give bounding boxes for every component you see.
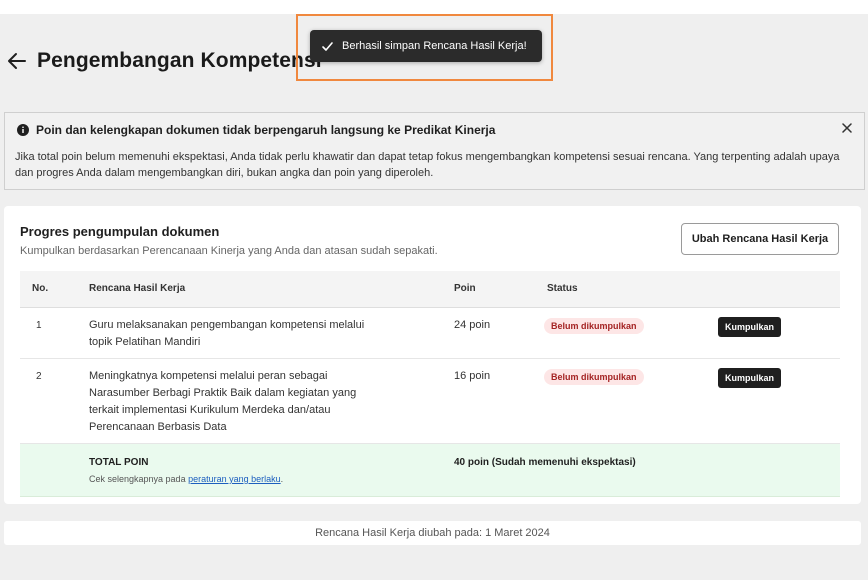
row-points: 16 poin bbox=[454, 370, 491, 382]
regulation-link[interactable]: peraturan yang berlaku bbox=[188, 474, 281, 484]
check-icon bbox=[322, 41, 333, 51]
column-header-status: Status bbox=[547, 283, 578, 294]
column-header-no: No. bbox=[32, 283, 49, 294]
total-note: Cek selengkapnya pada peraturan yang ber… bbox=[89, 474, 283, 484]
status-badge: Belum dikumpulkan bbox=[544, 318, 644, 334]
success-toast: Berhasil simpan Rencana Hasil Kerja! bbox=[310, 30, 542, 62]
row-points: 24 poin bbox=[454, 319, 491, 331]
progress-title: Progres pengumpulan dokumen bbox=[20, 224, 220, 239]
row-number: 1 bbox=[36, 320, 42, 331]
row-plan: Guru melaksanakan pengembangan kompetens… bbox=[89, 319, 365, 348]
edit-plan-button[interactable]: Ubah Rencana Hasil Kerja bbox=[681, 223, 839, 255]
total-points-row: TOTAL POIN Cek selengkapnya pada peratur… bbox=[20, 444, 840, 497]
column-header-plan: Rencana Hasil Kerja bbox=[89, 283, 186, 294]
info-alert: Poin dan kelengkapan dokumen tidak berpe… bbox=[4, 112, 865, 190]
info-alert-title: Poin dan kelengkapan dokumen tidak berpe… bbox=[17, 123, 495, 137]
row-number: 2 bbox=[36, 371, 42, 382]
submit-button[interactable]: Kumpulkan bbox=[718, 317, 782, 337]
status-badge: Belum dikumpulkan bbox=[544, 369, 644, 385]
total-note-prefix: Cek selengkapnya pada bbox=[89, 474, 189, 484]
progress-subtitle: Kumpulkan berdasarkan Perencanaan Kinerj… bbox=[20, 245, 438, 257]
last-updated-text: Rencana Hasil Kerja diubah pada: 1 Maret… bbox=[315, 527, 550, 539]
total-label: TOTAL POIN bbox=[89, 457, 149, 468]
table-row: 1 Guru melaksanakan pengembangan kompete… bbox=[20, 308, 840, 359]
info-alert-body: Jika total poin belum memenuhi ekspektas… bbox=[15, 151, 840, 179]
table-row: 2 Meningkatnya kompetensi melalui peran … bbox=[20, 359, 840, 444]
close-icon[interactable] bbox=[840, 121, 854, 135]
page-title: Pengembangan Kompetensi bbox=[37, 49, 322, 72]
info-icon bbox=[17, 124, 29, 136]
info-alert-title-text: Poin dan kelengkapan dokumen tidak berpe… bbox=[36, 123, 496, 137]
last-updated-footer: Rencana Hasil Kerja diubah pada: 1 Maret… bbox=[4, 521, 861, 545]
progress-card: Progres pengumpulan dokumen Kumpulkan be… bbox=[4, 206, 861, 504]
column-header-points: Poin bbox=[454, 283, 476, 294]
back-arrow-icon[interactable] bbox=[6, 50, 28, 72]
total-note-suffix: . bbox=[280, 474, 284, 484]
table-header: No. Rencana Hasil Kerja Poin Status bbox=[20, 271, 840, 308]
top-bar bbox=[0, 0, 868, 14]
submit-button[interactable]: Kumpulkan bbox=[718, 368, 782, 388]
total-points-value: 40 poin (Sudah memenuhi ekspektasi) bbox=[454, 457, 636, 468]
toast-message: Berhasil simpan Rencana Hasil Kerja! bbox=[342, 40, 527, 52]
row-plan: Meningkatnya kompetensi melalui peran se… bbox=[89, 370, 357, 433]
